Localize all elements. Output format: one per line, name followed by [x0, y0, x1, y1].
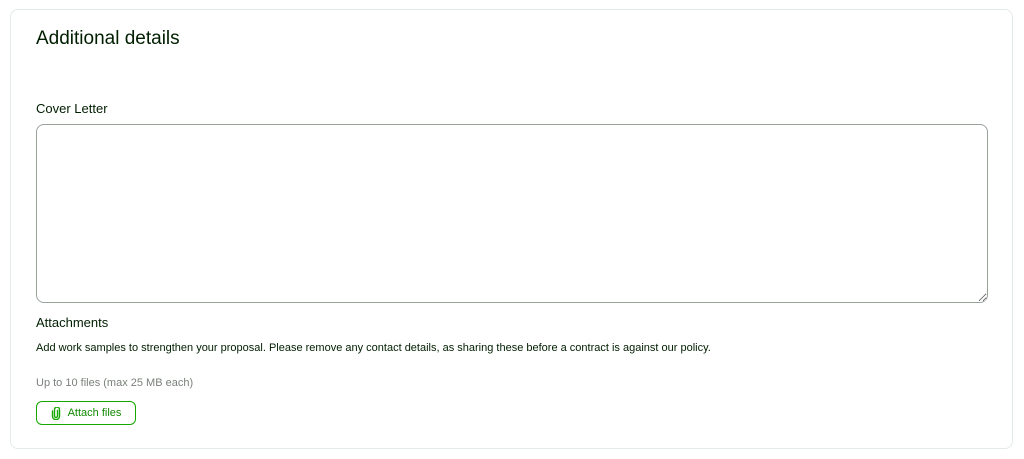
attachments-limit-note: Up to 10 files (max 25 MB each): [36, 377, 194, 389]
attachments-description: Add work samples to strengthen your prop…: [36, 342, 711, 354]
attach-files-button[interactable]: Attach files: [36, 401, 136, 425]
paperclip-icon: [51, 406, 61, 420]
cover-letter-textarea[interactable]: [36, 124, 988, 303]
additional-details-card: Additional details Cover Letter Attachme…: [10, 9, 1013, 449]
attachments-title: Attachments: [36, 315, 109, 330]
section-title: Additional details: [36, 28, 180, 49]
attach-files-label: Attach files: [67, 407, 122, 419]
cover-letter-label: Cover Letter: [36, 101, 108, 116]
